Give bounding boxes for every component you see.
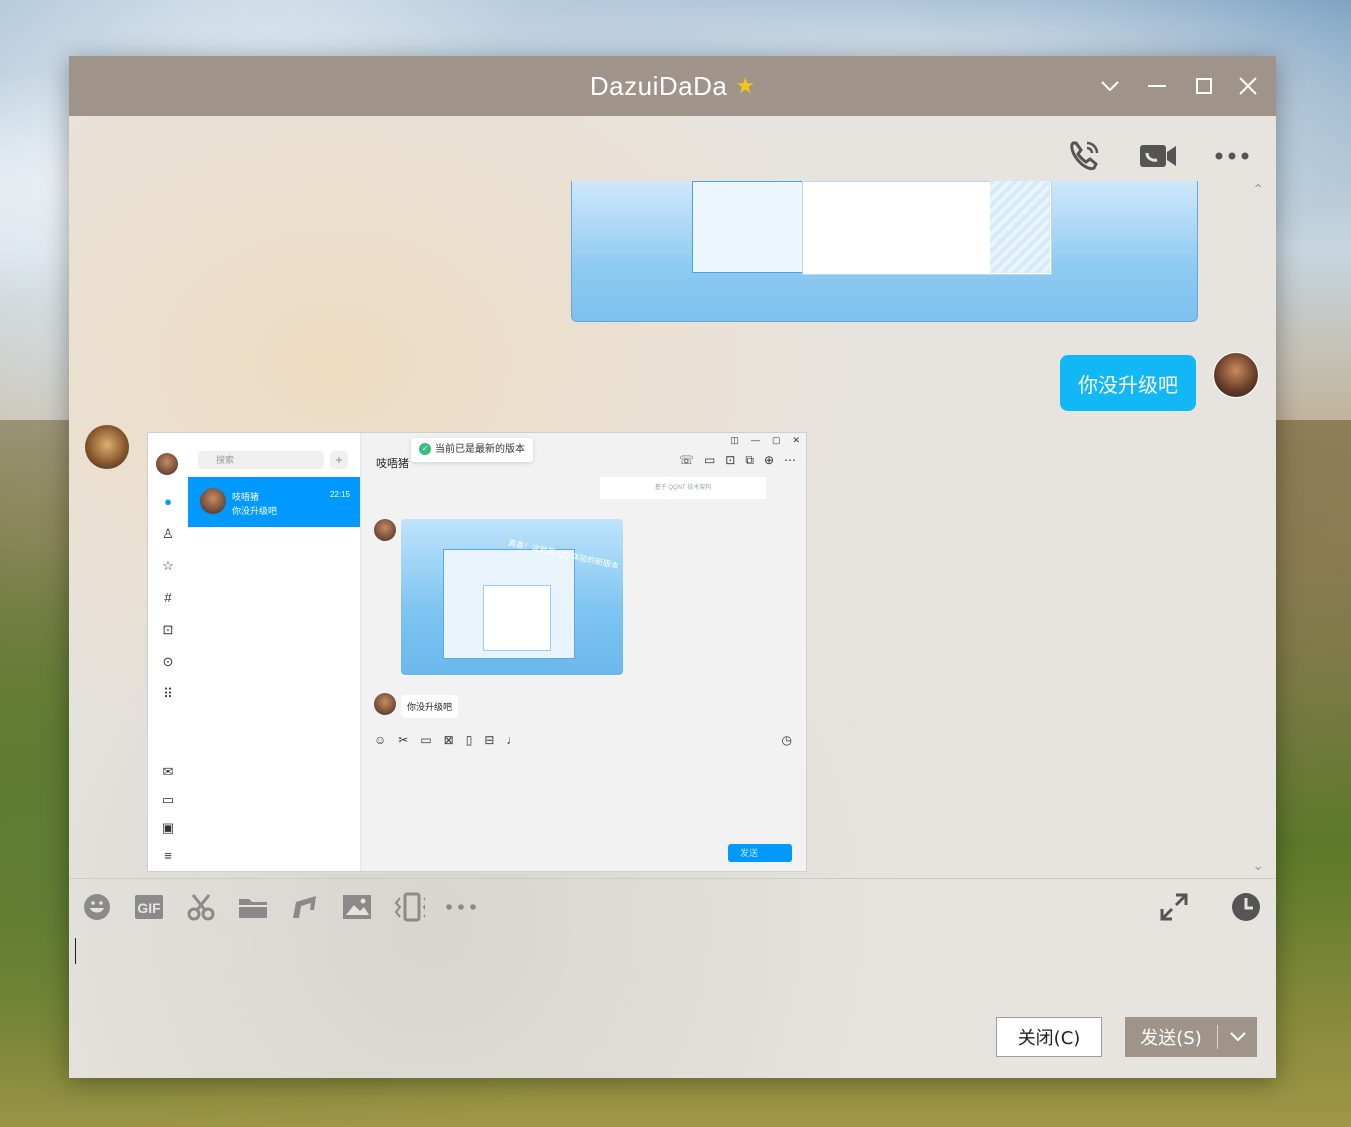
screenshot-chat-pane: ◫—▢✕ 吱唔猪 当前已是最新的版本 ☏▭⊡⧉⊕⋯ 基于 QQNT 技术架构 真… — [360, 433, 806, 871]
screenshot-window-controls: ◫ — ▢ ✕ — [730, 435, 800, 445]
image-content — [483, 585, 551, 651]
gif-icon[interactable]: GIF — [133, 891, 165, 923]
text-cursor — [75, 938, 76, 964]
menu-icon: ≡ — [164, 848, 172, 863]
bookmark-icon: ▣ — [161, 820, 175, 835]
screenshot-sidebar: ● ♙ ☆ # ⊡ ⊙ ⠿ ✉ ▭ ▣ ≡ — [148, 433, 188, 871]
my-avatar[interactable] — [1213, 352, 1259, 398]
svg-text:GIF: GIF — [137, 900, 161, 916]
message-input[interactable] — [69, 928, 1276, 1008]
emoji-icon[interactable] — [81, 891, 113, 923]
hashtag-icon: # — [164, 590, 172, 605]
more-icon[interactable] — [1212, 136, 1252, 176]
scroll-down-icon[interactable]: ⌄ — [1252, 858, 1264, 874]
chat-title: 吱唔猪 — [376, 458, 409, 470]
music-icon[interactable] — [289, 891, 321, 923]
input-toolbar-right — [1158, 891, 1262, 923]
contact-last-message: 你没升级吧 — [232, 506, 278, 516]
folder-icon[interactable] — [237, 891, 269, 923]
screenshot-header-icons: ☏ ▭ ⊡ ⧉ ⊕ ⋯ — [678, 453, 796, 467]
chat-window: DazuiDaDa ★ 你没升级吧 ● ♙ ☆ # ⊡ ⊙ ⠿ ✉ ▭ ▣ ≡ … — [69, 56, 1276, 1078]
video-icon: ⊙ — [162, 654, 174, 669]
contact-time: 22:15 — [329, 490, 350, 499]
voice-call-icon[interactable] — [1064, 136, 1104, 176]
message-icon: ● — [164, 494, 172, 509]
mail-icon: ✉ — [162, 764, 174, 779]
message-list[interactable]: 你没升级吧 ● ♙ ☆ # ⊡ ⊙ ⠿ ✉ ▭ ▣ ≡ 搜索 + 吱唔猪 你没升… — [69, 181, 1276, 878]
system-banner: 基于 QQNT 技术架构 — [600, 477, 766, 499]
my-message-bubble[interactable]: 你没升级吧 — [1060, 355, 1196, 411]
apps-grid-icon: ⠿ — [163, 686, 173, 701]
send-button-label[interactable]: 发送(S) — [1125, 1024, 1217, 1050]
title-bar[interactable]: DazuiDaDa ★ — [69, 56, 1276, 116]
expand-icon[interactable] — [1158, 891, 1190, 923]
chevron-down-icon[interactable] — [1094, 70, 1126, 102]
avatar — [156, 453, 178, 475]
send-button[interactable]: 发送(S) — [1125, 1017, 1257, 1057]
peer-avatar[interactable] — [85, 425, 129, 469]
list-item: 吱唔猪 你没升级吧 22:15 — [188, 477, 360, 527]
avatar — [200, 488, 226, 514]
folder-icon: ▭ — [161, 792, 175, 807]
image-message[interactable] — [571, 181, 1198, 322]
history-icon[interactable] — [1230, 891, 1262, 923]
message-bubble: 你没升级吧 — [401, 695, 459, 718]
chevron-down-icon[interactable] — [1218, 1032, 1257, 1042]
screenshot-message[interactable]: ● ♙ ☆ # ⊡ ⊙ ⠿ ✉ ▭ ▣ ≡ 搜索 + 吱唔猪 你没升级吧 22: — [147, 432, 807, 872]
send-button: 发送 — [728, 844, 792, 862]
book-icon: ⊡ — [162, 622, 174, 637]
video-call-icon[interactable] — [1138, 136, 1178, 176]
search-input: 搜索 — [198, 451, 324, 469]
plus-icon: + — [330, 451, 348, 469]
input-toolbar: GIF — [81, 891, 477, 923]
window-title: DazuiDaDa — [589, 70, 728, 101]
close-button[interactable]: 关闭(C) — [996, 1017, 1102, 1057]
contacts-icon: ♙ — [162, 526, 174, 541]
contact-name: 吱唔猪 — [232, 492, 260, 502]
maximize-icon[interactable] — [1188, 70, 1220, 102]
header-actions — [1064, 136, 1252, 176]
avatar — [374, 519, 396, 541]
close-icon[interactable] — [1232, 70, 1264, 102]
star-icon: ☆ — [162, 558, 174, 573]
screenshot-toolbar: ☺ ✂ ▭ ⊠ ▯ ⊟ ♩ — [374, 733, 519, 747]
shake-icon[interactable] — [393, 891, 425, 923]
more-icon[interactable] — [445, 891, 477, 923]
screenshot-contact-list: 搜索 + 吱唔猪 你没升级吧 22:15 — [188, 433, 361, 871]
divider — [69, 878, 1276, 879]
image-icon[interactable] — [341, 891, 373, 923]
image-message: 真香！这就是 QQ 体验的新版本 — [401, 519, 623, 675]
image-content — [990, 181, 1050, 273]
scissors-icon[interactable] — [185, 891, 217, 923]
scroll-up-icon[interactable]: ⌃ — [1252, 182, 1264, 198]
avatar — [374, 693, 396, 715]
update-toast: 当前已是最新的版本 — [411, 438, 533, 462]
image-content — [692, 181, 804, 273]
clock-icon: ◷ — [781, 733, 792, 747]
minimize-icon[interactable] — [1141, 70, 1173, 102]
star-icon: ★ — [735, 73, 756, 99]
